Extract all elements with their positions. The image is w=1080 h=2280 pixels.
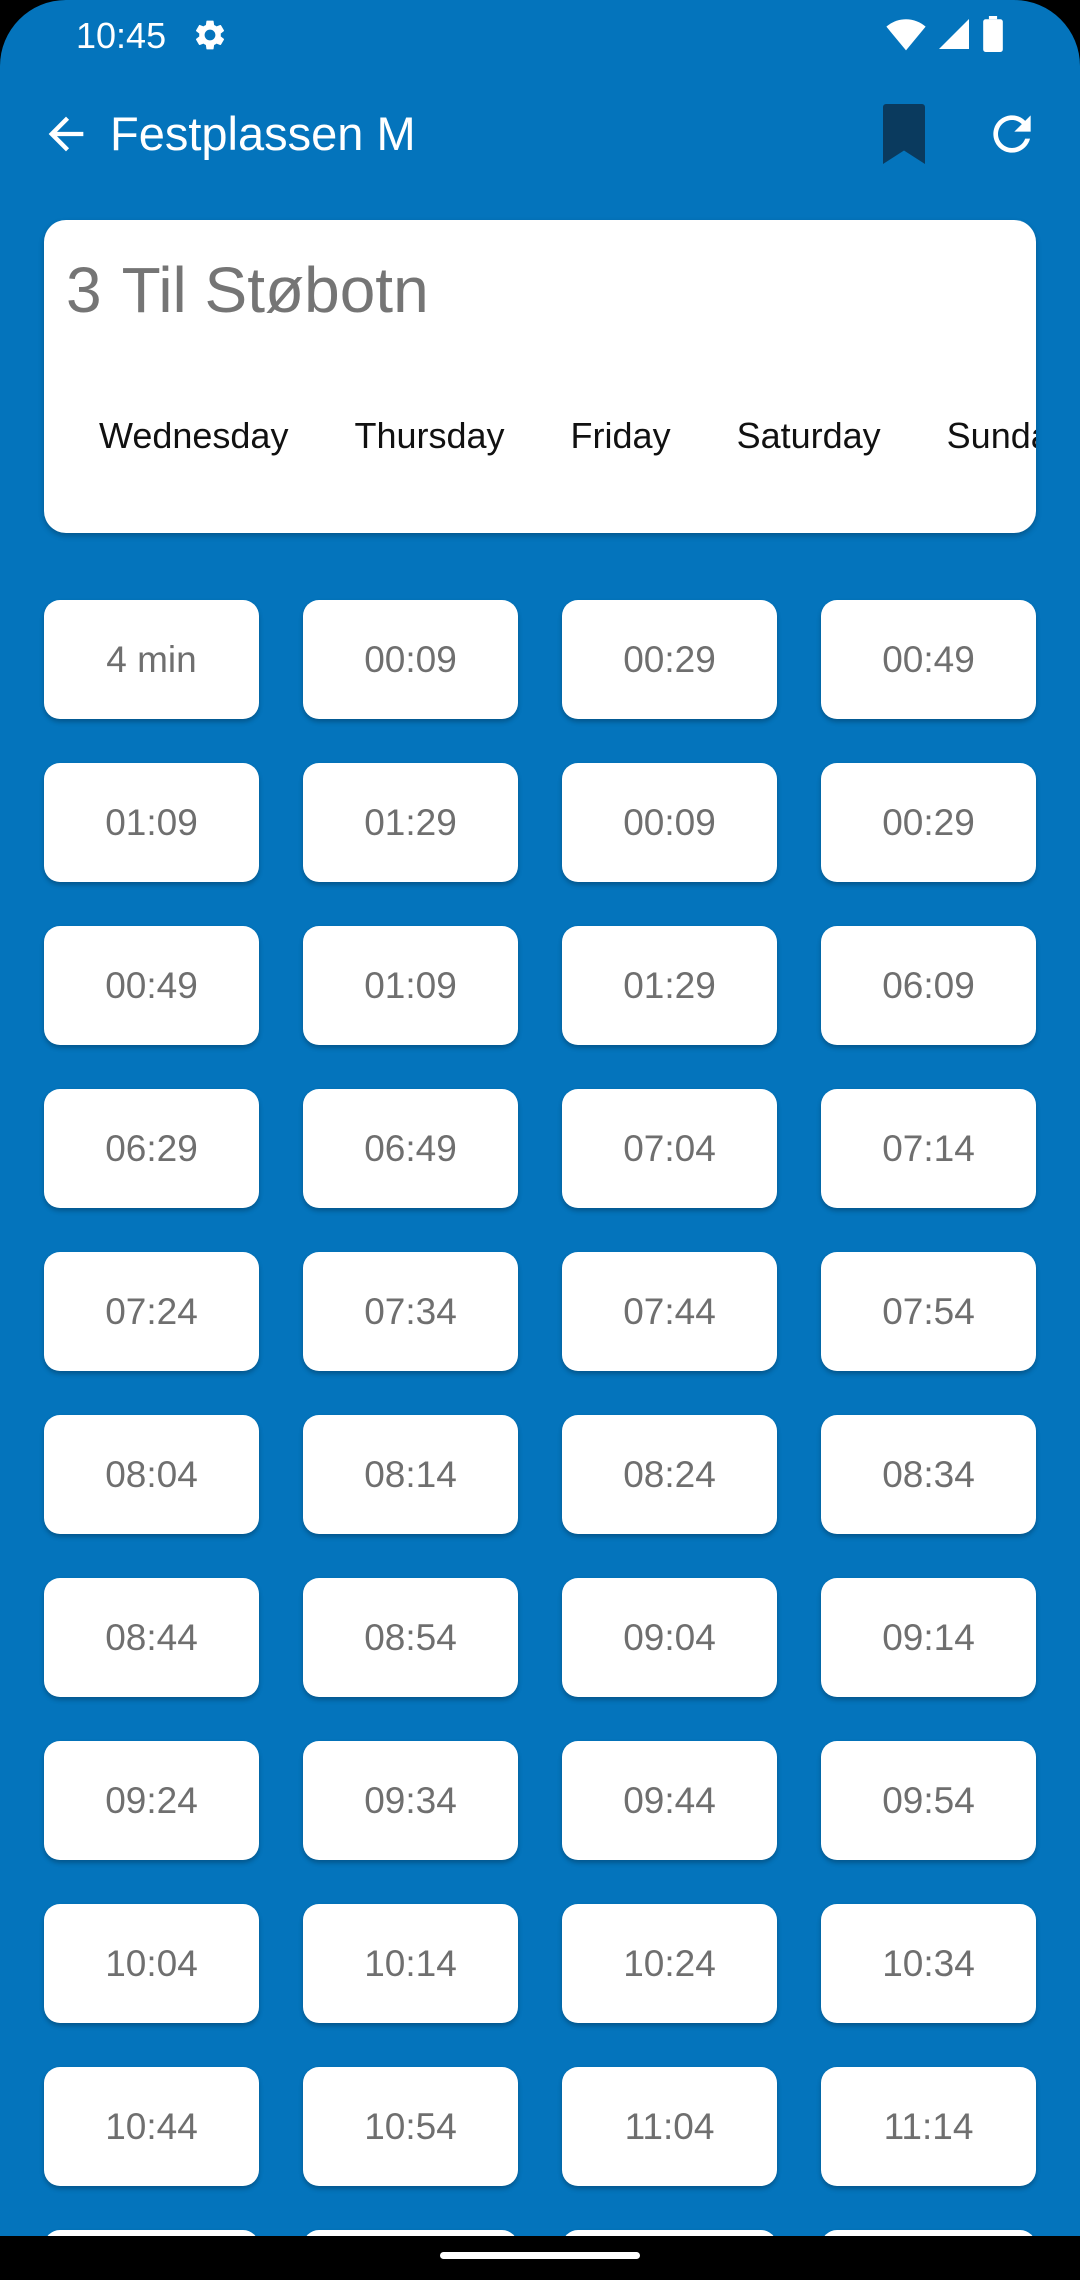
departure-time-button[interactable]: 01:29	[562, 926, 777, 1045]
departure-time-button[interactable]: 08:44	[44, 1578, 259, 1697]
departure-time-button[interactable]: 11:14	[821, 2067, 1036, 2186]
departure-time-button[interactable]: 09:54	[821, 1741, 1036, 1860]
battery-icon	[982, 16, 1004, 57]
departure-time-button[interactable]: 07:14	[821, 1089, 1036, 1208]
departure-time-button[interactable]: 09:34	[303, 1741, 518, 1860]
departure-time-button[interactable]: 08:54	[303, 1578, 518, 1697]
departure-time-button[interactable]: 09:14	[821, 1578, 1036, 1697]
page-title: Festplassen M	[110, 107, 416, 160]
departure-time-button[interactable]: 06:29	[44, 1089, 259, 1208]
departure-time-button[interactable]: 10:34	[821, 1904, 1036, 2023]
departure-time-button[interactable]: 07:34	[303, 1252, 518, 1371]
app-bar: Festplassen M	[0, 86, 1080, 182]
departure-time-button[interactable]: 07:54	[821, 1252, 1036, 1371]
departure-time-button[interactable]: 10:44	[44, 2067, 259, 2186]
departure-time-button[interactable]: 09:24	[44, 1741, 259, 1860]
departure-time-button[interactable]: 01:29	[303, 763, 518, 882]
refresh-button[interactable]	[984, 106, 1040, 162]
bookmark-button[interactable]	[880, 104, 928, 164]
departure-time-button[interactable]: 00:09	[562, 763, 777, 882]
gear-icon	[192, 17, 228, 53]
departure-time-button[interactable]: 10:04	[44, 1904, 259, 2023]
departure-time-button[interactable]: 10:14	[303, 1904, 518, 2023]
arrow-back-icon	[48, 116, 84, 152]
departure-time-button[interactable]: 07:04	[562, 1089, 777, 1208]
departure-time-button[interactable]: 00:49	[821, 600, 1036, 719]
status-bar: 10:45	[0, 0, 1080, 70]
departure-time-button[interactable]: 10:54	[303, 2067, 518, 2186]
departure-time-button[interactable]: 09:04	[562, 1578, 777, 1697]
departure-time-button[interactable]: 4 min	[44, 600, 259, 719]
refresh-icon	[993, 115, 1031, 153]
departure-time-button[interactable]: 00:09	[303, 600, 518, 719]
departure-time-button[interactable]: 07:44	[562, 1252, 777, 1371]
back-button[interactable]	[40, 108, 92, 160]
route-destination: Til Støbotn	[121, 254, 429, 326]
tab-saturday[interactable]: Saturday	[704, 406, 914, 466]
departure-time-button[interactable]: 10:24	[562, 1904, 777, 2023]
app-screen: 10:45 Festplassen M 3 Til Støbotn Wednes…	[0, 0, 1080, 2280]
departure-time-button[interactable]: 01:09	[44, 763, 259, 882]
departure-time-button[interactable]: 09:44	[562, 1741, 777, 1860]
route-line: 3 Til Støbotn	[66, 252, 429, 328]
departure-time-button[interactable]: 00:29	[562, 600, 777, 719]
departure-time-button[interactable]: 08:24	[562, 1415, 777, 1534]
wifi-icon	[886, 16, 926, 57]
bookmark-icon	[883, 104, 925, 164]
departure-time-button[interactable]: 08:34	[821, 1415, 1036, 1534]
status-time: 10:45	[76, 15, 167, 56]
departure-time-button[interactable]: 08:04	[44, 1415, 259, 1534]
departure-time-button[interactable]: 06:09	[821, 926, 1036, 1045]
tab-friday[interactable]: Friday	[538, 406, 704, 466]
departure-time-button[interactable]: 08:14	[303, 1415, 518, 1534]
departure-time-button[interactable]: 01:09	[303, 926, 518, 1045]
departure-time-button[interactable]: 00:29	[821, 763, 1036, 882]
day-tabs: Wednesday Thursday Friday Saturday Sunda…	[66, 400, 1036, 472]
departure-time-button[interactable]: 11:04	[562, 2067, 777, 2186]
home-gesture-handle[interactable]	[440, 2252, 640, 2259]
route-header-card: 3 Til Støbotn Wednesday Thursday Friday S…	[44, 220, 1036, 533]
departure-time-button[interactable]: 06:49	[303, 1089, 518, 1208]
departure-times-grid: 4 min 00:09 00:29 00:49 01:09 01:29 00:0…	[44, 600, 1036, 2280]
departure-time-button[interactable]: 07:24	[44, 1252, 259, 1371]
departure-time-button[interactable]: 00:49	[44, 926, 259, 1045]
status-icons	[886, 16, 1004, 57]
navigation-bar	[0, 2236, 1080, 2280]
route-number: 3	[66, 254, 102, 326]
tab-thursday[interactable]: Thursday	[321, 406, 537, 466]
tab-wednesday[interactable]: Wednesday	[66, 406, 321, 466]
signal-icon	[936, 16, 972, 57]
tab-sunday[interactable]: Sunday	[914, 406, 1036, 466]
